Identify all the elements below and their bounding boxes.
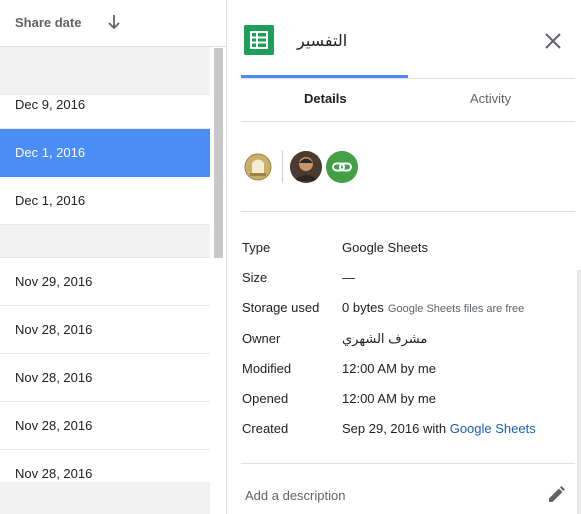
prop-owner-value: مشرف الشهري (342, 331, 428, 346)
prop-opened-label: Opened (242, 391, 289, 406)
column-header[interactable]: Share date (0, 0, 226, 47)
list-scrollbar[interactable] (214, 48, 223, 258)
share-date-header[interactable]: Share date (15, 15, 81, 30)
prop-modified-value: 12:00 AM by me (342, 361, 436, 376)
pencil-icon[interactable] (546, 485, 566, 505)
prop-storage-value: 0 bytes Google Sheets files are free (342, 300, 524, 315)
list-item[interactable]: Nov 28, 2016 (0, 306, 210, 354)
add-description-field[interactable]: Add a description (245, 488, 345, 503)
list-item-date: Nov 29, 2016 (15, 274, 93, 289)
tab-divider (241, 78, 575, 79)
list-item-date: Dec 1, 2016 (15, 145, 86, 160)
storage-note: Google Sheets files are free (387, 303, 525, 315)
avatar-separator (282, 151, 283, 183)
details-panel: التفسير Details Activity Type Google She… (227, 0, 581, 514)
list-item-date: Nov 28, 2016 (15, 466, 93, 481)
prop-storage-label: Storage used (242, 300, 320, 315)
list-item-date: Dec 1, 2016 (15, 193, 86, 208)
list-group-gap (0, 225, 210, 258)
details-scrollbar[interactable] (577, 270, 581, 514)
list-item[interactable]: Nov 28, 2016 (0, 354, 210, 402)
close-icon[interactable] (544, 32, 562, 50)
tab-activity[interactable]: Activity (470, 91, 511, 106)
list-item[interactable]: Dec 9, 2016 (0, 81, 210, 129)
prop-created-label: Created (242, 421, 289, 436)
prop-size-label: Size (242, 270, 268, 285)
list-footer (0, 482, 210, 514)
list-item-date: Nov 28, 2016 (15, 370, 93, 385)
section-divider (241, 463, 575, 464)
prop-opened-value: 12:00 AM by me (342, 391, 436, 406)
tab-details[interactable]: Details (304, 91, 347, 106)
created-date: Sep 29, 2016 with (342, 421, 447, 436)
file-title: التفسير (297, 33, 348, 50)
prop-type-label: Type (242, 240, 271, 255)
storage-bytes: 0 bytes (342, 300, 384, 315)
list-item[interactable]: Dec 1, 2016 (0, 177, 210, 225)
sheets-icon (244, 25, 274, 55)
prop-owner-label: Owner (242, 331, 281, 346)
list-item-selected[interactable]: Dec 1, 2016 (0, 129, 210, 177)
list-item-date: Dec 9, 2016 (15, 97, 86, 112)
prop-size-value: — (342, 270, 355, 285)
file-list-pane: Share date Dec 9, 2016 Dec 1, 2016 Dec 1… (0, 0, 227, 514)
list-item-date: Nov 28, 2016 (15, 322, 93, 337)
avatar[interactable] (290, 151, 322, 183)
created-with-link[interactable]: Google Sheets (450, 421, 536, 436)
tabs-divider (241, 121, 575, 122)
list-item-date: Nov 28, 2016 (15, 418, 93, 433)
arrow-down-icon[interactable] (106, 13, 122, 31)
active-tab-indicator (241, 75, 408, 78)
owner-logo[interactable] (242, 151, 274, 183)
prop-modified-label: Modified (242, 361, 292, 376)
prop-type-value: Google Sheets (342, 240, 429, 255)
list-item[interactable]: Nov 28, 2016 (0, 402, 210, 450)
list-item[interactable]: Nov 29, 2016 (0, 258, 210, 306)
link-icon[interactable] (326, 151, 358, 183)
section-divider (241, 211, 575, 212)
prop-created-value: Sep 29, 2016 with Google Sheets (342, 421, 536, 436)
